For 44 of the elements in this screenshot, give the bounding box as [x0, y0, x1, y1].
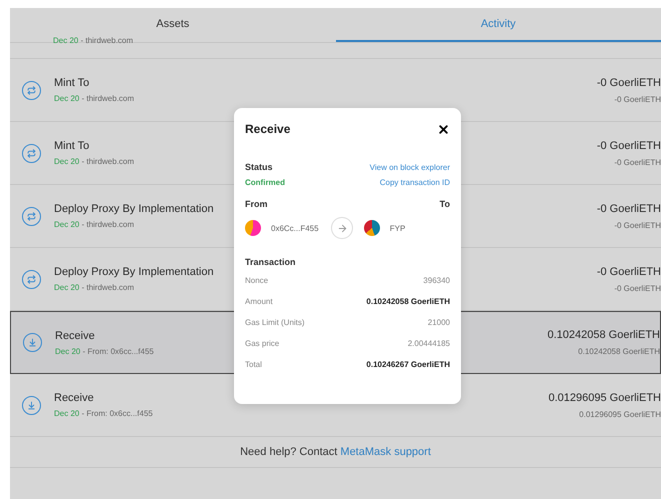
activity-title: Receive [54, 392, 94, 404]
activity-subtitle: Dec 20 - thirdweb.com [54, 94, 134, 103]
activity-sub-amount: 0.01296095 GoerliETH [579, 410, 661, 418]
activity-sub-amount: -0 GoerliETH [614, 94, 661, 104]
activity-sub-amount: -0 GoerliETH [614, 158, 661, 166]
activity-sub-amount: 0.10242058 GoerliETH [578, 347, 660, 356]
detail-value: 21000 [428, 318, 450, 327]
activity-subtitle: Dec 20 - thirdweb.com [53, 36, 134, 45]
activity-title: Receive [55, 330, 95, 342]
to-label: To [440, 199, 450, 209]
activity-amount: -0 GoerliETH [596, 266, 661, 278]
activity-subtitle: Dec 20 - thirdweb.com [54, 283, 134, 292]
detail-value: 0.10242058 GoerliETH [366, 297, 450, 306]
detail-value: 2.00444185 [408, 339, 450, 348]
dialog-title: Receive [245, 122, 290, 136]
activity-amount: 0.10242058 GoerliETH [547, 329, 660, 341]
to-name: FYP [390, 224, 406, 232]
activity-amount: -0 GoerliETH [596, 76, 661, 88]
activity-subtitle: Dec 20 - thirdweb.com [54, 220, 134, 229]
from-label: From [245, 199, 268, 209]
status-label: Status [245, 162, 273, 172]
activity-sub-amount: -0 GoerliETH [614, 220, 661, 230]
detail-label: Gas Limit (Units) [245, 318, 305, 327]
activity-title: Deploy Proxy By Implementation [54, 203, 214, 215]
activity-subtitle: Dec 20 - From: 0x6cc...f455 [55, 346, 154, 356]
activity-sub-amount: -0 GoerliETH [614, 284, 661, 292]
detail-label: Gas price [245, 339, 280, 348]
activity-amount: -0 GoerliETH [596, 140, 661, 152]
from-address: 0x6Cc...F455 [271, 224, 320, 232]
detail-value: 396340 [423, 276, 450, 285]
activity-amount: 0.01296095 GoerliETH [548, 392, 661, 404]
status-value: Confirmed [245, 178, 285, 187]
activity-title: Deploy Proxy By Implementation [54, 266, 214, 278]
detail-label: Nonce [245, 276, 268, 285]
activity-subtitle: Dec 20 - thirdweb.com [54, 157, 134, 166]
activity-title: Mint To [54, 77, 90, 89]
transaction-heading: Transaction [245, 257, 296, 267]
activity-title: Mint To [54, 140, 90, 152]
activity-amount: -0 GoerliETH [596, 202, 661, 214]
detail-label: Amount [245, 297, 273, 306]
help-text: Need help? Contact [240, 446, 338, 458]
activity-subtitle: Dec 20 - From: 0x6cc...f455 [54, 409, 153, 418]
detail-value: 0.10246267 GoerliETH [366, 360, 450, 369]
detail-label: Total [245, 360, 262, 369]
